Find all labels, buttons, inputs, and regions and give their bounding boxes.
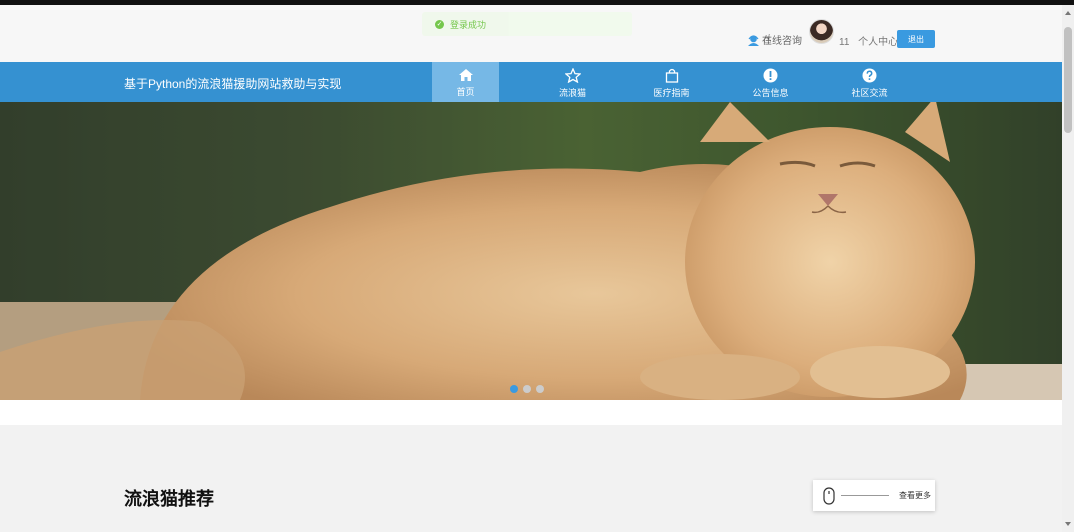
scroll-down-icon[interactable] [1065, 522, 1071, 526]
nav-label-community: 社区交流 [851, 88, 888, 98]
nav-item-community[interactable]: 社区交流 [836, 62, 903, 102]
nav-label-medical-guide: 医疗指南 [653, 88, 690, 98]
site-title: 基于Python的流浪猫援助网站救助与实现 [124, 77, 342, 91]
section-title: 流浪猫推荐 [124, 489, 214, 509]
mouse-icon [823, 486, 835, 505]
carousel-indicators [510, 385, 544, 393]
banner-carousel[interactable] [0, 102, 1062, 400]
question-icon [862, 68, 877, 83]
nav-item-stray-cats[interactable]: 流浪猫 [539, 62, 606, 102]
home-icon [458, 69, 473, 81]
view-more-label: 查看更多 [899, 491, 931, 500]
nav-item-home[interactable]: 首页 [432, 62, 499, 102]
carousel-dot[interactable] [510, 385, 518, 393]
check-circle-icon: ✓ [435, 19, 444, 29]
bag-icon [665, 68, 678, 83]
carousel-dot[interactable] [536, 385, 544, 393]
page-scrollbar[interactable] [1062, 5, 1074, 532]
user-id: 11 [839, 37, 850, 48]
cat-photo [0, 102, 1062, 400]
banner-bottom-strip [0, 400, 1062, 425]
nav-label-home: 首页 [456, 87, 475, 97]
star-icon [564, 68, 581, 83]
personal-center-link[interactable]: 个人中心 [858, 37, 898, 48]
nav-item-medical-guide[interactable]: 医疗指南 [638, 62, 705, 102]
online-consult-link[interactable]: 在线咨询 [747, 32, 802, 47]
logout-button[interactable]: 退出 [897, 30, 935, 48]
carousel-dot[interactable] [523, 385, 531, 393]
toast-message: 登录成功 [450, 19, 487, 30]
nav-label-stray-cats: 流浪猫 [558, 88, 586, 98]
customer-service-icon [748, 34, 759, 46]
view-more-button[interactable]: 查看更多 [813, 480, 935, 511]
exclamation-icon [763, 68, 778, 83]
login-success-toast: ✓ 登录成功 [422, 12, 632, 36]
scroll-up-icon[interactable] [1065, 11, 1071, 15]
divider-line [841, 495, 889, 496]
scrollbar-thumb[interactable] [1064, 27, 1072, 133]
avatar[interactable] [809, 19, 834, 44]
nav-item-announcements[interactable]: 公告信息 [737, 62, 804, 102]
mouse-cursor-icon: ☝ [764, 32, 772, 46]
nav-label-announcements: 公告信息 [752, 88, 789, 98]
main-navbar: 基于Python的流浪猫援助网站救助与实现 首页 流浪猫 医疗指南 公告信息 社… [0, 62, 1062, 102]
